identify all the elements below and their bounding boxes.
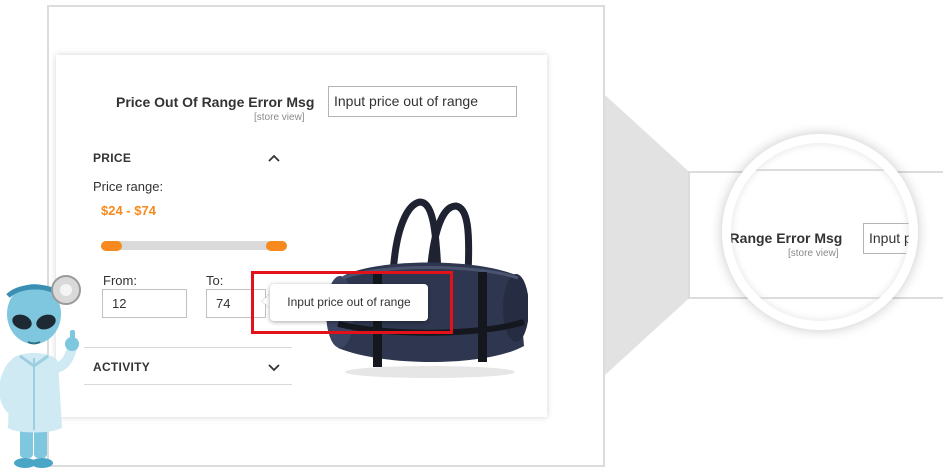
alien-mascot-image bbox=[0, 275, 81, 468]
magnifier: ut Of Range Error Msg [store view] Input… bbox=[722, 134, 918, 330]
price-range-label: Price range: bbox=[93, 179, 164, 194]
zoom-strip-top bbox=[731, 169, 909, 171]
price-slider-min-handle[interactable] bbox=[101, 241, 122, 251]
zoom-strip-bottom bbox=[731, 297, 909, 299]
zoom-error-message-input: Input price bbox=[863, 223, 909, 254]
chevron-down-icon[interactable] bbox=[267, 363, 281, 373]
activity-section-title[interactable]: ACTIVITY bbox=[93, 360, 150, 374]
config-scope: [store view] bbox=[254, 112, 305, 123]
price-range-value: $24 - $74 bbox=[101, 203, 156, 218]
config-label: Price Out Of Range Error Msg bbox=[116, 94, 315, 110]
section-divider bbox=[84, 347, 292, 348]
zoom-config-scope: [store view] bbox=[788, 248, 839, 259]
price-slider-track[interactable] bbox=[101, 241, 287, 250]
zoom-config-label: ut Of Range Error Msg bbox=[731, 230, 843, 246]
to-label: To: bbox=[206, 273, 224, 288]
chevron-up-icon[interactable] bbox=[267, 153, 281, 163]
section-divider bbox=[84, 384, 292, 385]
magnifier-lens: ut Of Range Error Msg [store view] Input… bbox=[731, 143, 909, 321]
error-message-input[interactable]: Input price out of range bbox=[328, 86, 517, 117]
from-label: From: bbox=[103, 273, 137, 288]
price-from-input[interactable]: 12 bbox=[102, 289, 187, 318]
price-slider-max-handle[interactable] bbox=[266, 241, 287, 251]
highlight-box bbox=[251, 271, 453, 334]
price-section-title[interactable]: PRICE bbox=[93, 151, 131, 165]
